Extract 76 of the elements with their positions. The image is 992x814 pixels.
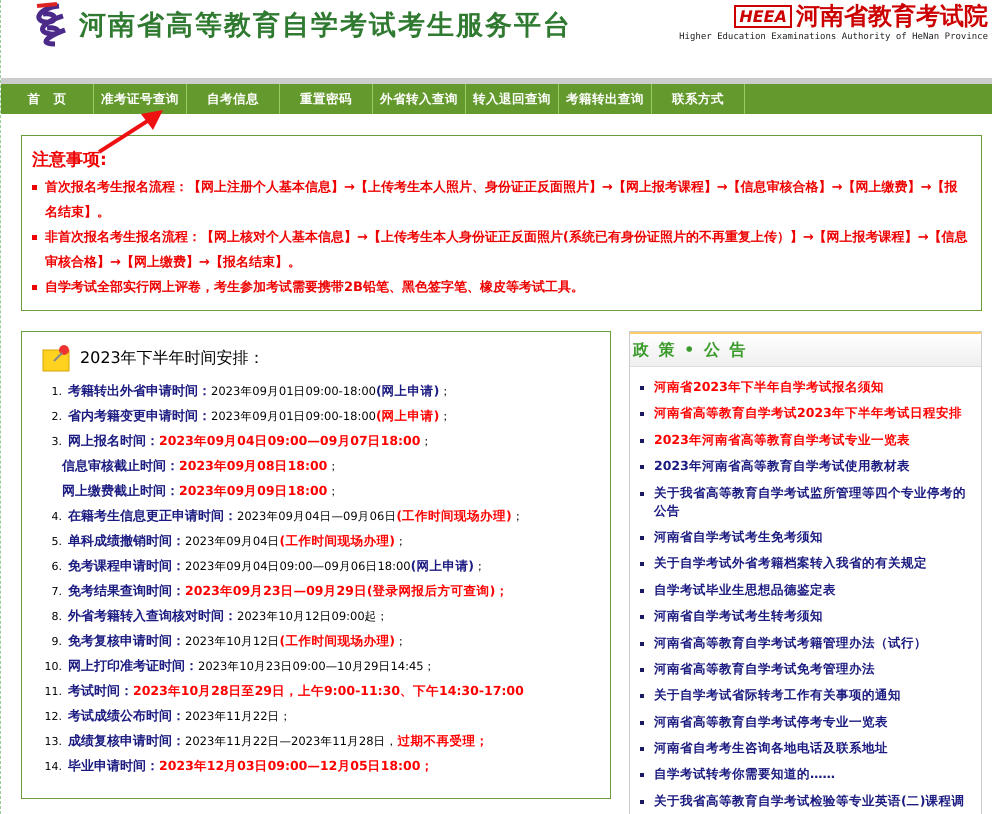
schedule-entry: 成绩复核申请时间：2023年11月22日—2023年11月28日，过期不再受理； [68, 732, 489, 750]
policy-link[interactable]: 河南省自学考试考生免考须知 [654, 528, 823, 546]
bullet-icon [640, 694, 644, 698]
schedule-entry: 网上打印准考证时间：2023年10月23日09:00—10月29日14:45； [68, 658, 436, 675]
bullet-icon [640, 386, 644, 390]
policy-link[interactable]: 关于我省高等教育自学考试监所管理等四个专业停考的公告 [654, 484, 973, 520]
site-title: 河南省高等教育自学考试考生服务平台 [79, 9, 572, 43]
note-pin-icon [42, 344, 72, 372]
list-number: 10. [44, 660, 62, 673]
schedule-entry: 免考结果查询时间：2023年09月23日—09月29日(登录网报后方可查询)； [68, 582, 508, 600]
schedule-entry: 在籍考生信息更正申请时间：2023年09月04日—09月06日(工作时间现场办理)； [68, 507, 524, 525]
schedule-entry: 网上报名时间：2023年09月04日09:00—09月07日18:00； [68, 432, 432, 450]
bullet-icon [32, 285, 37, 290]
notice-text: 非首次报名考生报名流程：【网上核对个人基本信息】→【上传考生本人身份证正反面照片(系统已有身份证照片的不再重复上传）】→【网上报考课程】→【信息审核合格】→【网上缴费】→【报名结束】。 [45, 228, 969, 272]
schedule-entry: 毕业申请时间：2023年12月03日09:00—12月05日18:00； [68, 757, 434, 775]
bullet-icon [640, 642, 644, 646]
policy-link[interactable]: 河南省高等教育自学考试停考专业一览表 [654, 712, 888, 731]
bullet-icon [640, 562, 644, 566]
schedule-title: 2023年下半年时间安排： [80, 348, 265, 368]
list-number: 2. [50, 410, 62, 423]
bullet-icon [32, 235, 37, 240]
bullet-icon [640, 465, 644, 470]
policy-link[interactable]: 关于自学考试省际转考工作有关事项的通知 [654, 686, 901, 704]
list-number: 9. [50, 635, 62, 648]
schedule-entry: 信息审核截止时间：2023年09月08日18:00； [62, 457, 340, 475]
policy-link[interactable]: 河南省自考考生咨询各地电话及联系地址 [654, 739, 888, 758]
list-number: 6. [50, 560, 62, 573]
list-number: 8. [50, 610, 62, 623]
list-number: 7. [50, 585, 62, 598]
schedule-entry: 免考复核申请时间：2023年10月12日(工作时间现场办理)； [68, 632, 407, 650]
policy-link[interactable]: 2023年河南省高等教育自学考试使用教材表 [654, 457, 910, 476]
policy-link[interactable]: 河南省高等教育自学考试考籍管理办法（试行） [654, 634, 927, 652]
bullet-icon [640, 492, 644, 496]
policy-link[interactable]: 关于我省高等教育自学考试检验等专业英语(二)课程调 [654, 792, 964, 810]
org-name-english: Higher Education Examinations Authority of HeNan Province [679, 32, 988, 42]
policy-link[interactable]: 自学考试毕业生思想品德鉴定表 [654, 580, 836, 599]
schedule-entry: 单科成绩撤销时间：2023年09月04日(工作时间现场办理)； [68, 532, 407, 550]
schedule-entry: 网上缴费截止时间：2023年09月09日18:00； [62, 482, 340, 500]
policy-link[interactable]: 河南省高等教育自学考试2023年下半年考试日程安排 [654, 404, 962, 422]
bullet-icon [640, 536, 644, 540]
bullet-icon [640, 615, 644, 620]
bullet-icon [640, 747, 644, 752]
list-number: 12. [44, 710, 62, 723]
notice-title: 注意事项: [32, 149, 108, 171]
bullet-icon [640, 412, 644, 416]
policy-link[interactable]: 自学考试转考你需要知道的…… [654, 765, 835, 784]
schedule-entry: 考试时间：2023年10月28日至29日，上午9:00-11:30、下午14:30-17:00 [68, 682, 524, 700]
policy-link[interactable]: 河南省2023年下半年自学考试报名须知 [654, 378, 884, 396]
list-number: 4. [50, 510, 62, 523]
schedule-entry: 考籍转出外省申请时间：2023年09月01日09:00-18:00(网上申请)； [68, 382, 452, 400]
policy-link[interactable]: 关于自学考试外省考籍档案转入我省的有关规定 [654, 554, 927, 572]
schedule-entry: 考试成绩公布时间：2023年11月22日； [68, 708, 292, 725]
schedule-entry: 免考课程申请时间：2023年09月04日09:00—09月06日18:00(网上申请)； [68, 557, 486, 575]
list-number: 1. [50, 385, 62, 398]
bullet-icon [640, 720, 644, 725]
policy-link[interactable]: 河南省高等教育自学考试免考管理办法 [654, 660, 875, 678]
list-number: 14. [44, 760, 62, 773]
policy-link[interactable]: 河南省自学考试考生转考须知 [654, 607, 823, 626]
bullet-icon [640, 438, 644, 443]
schedule-entry: 省内考籍变更申请时间：2023年09月01日09:00-18:00(网上申请)； [68, 407, 452, 425]
list-number: 11. [44, 685, 62, 698]
bullet-icon [640, 773, 644, 778]
bullet-icon [640, 588, 644, 593]
list-number: 3. [50, 435, 62, 448]
notice-text: 自学考试全部实行网上评卷，考生参加考试需要携带2B铅笔、黑色签字笔、橡皮等考试工具。 [45, 278, 584, 297]
org-name: 河南省教育考试院 [796, 1, 988, 32]
policy-link[interactable]: 2023年河南省高等教育自学考试专业一览表 [654, 430, 910, 449]
notice-text: 首次报名考生报名流程：【网上注册个人基本信息】→【上传考生本人照片、身份证正反面照片】→【网上报考课程】→【信息审核合格】→【网上缴费】→【报名结束】。 [45, 178, 958, 222]
list-number: 13. [44, 735, 62, 748]
bullet-icon [640, 668, 644, 672]
list-number: 5. [50, 535, 62, 548]
org-logo: HEEA [734, 4, 792, 28]
policy-title: 政 策 • 公 告 [633, 340, 748, 360]
bullet-icon [32, 185, 37, 190]
schedule-entry: 外省考籍转入查询核对时间：2023年10月12日09:00起； [68, 608, 389, 625]
bullet-icon [640, 800, 644, 804]
